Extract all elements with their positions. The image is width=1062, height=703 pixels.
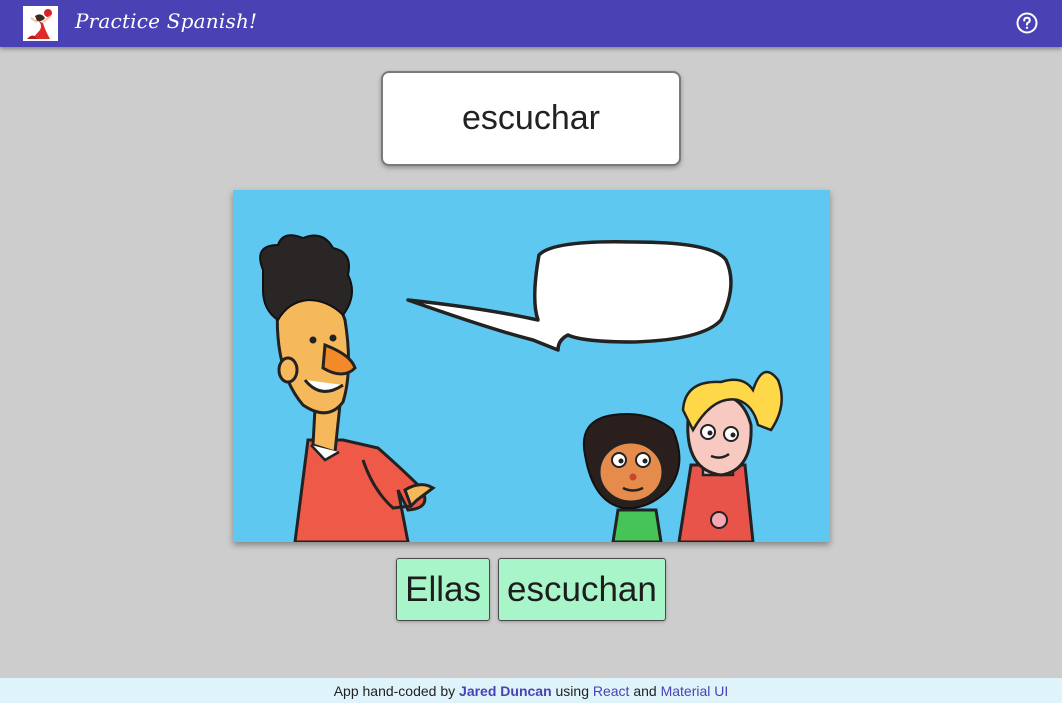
flamenco-dancer-icon bbox=[23, 6, 58, 41]
footer-prefix: App hand-coded by bbox=[333, 682, 460, 699]
material-ui-link[interactable]: Material UI bbox=[661, 683, 729, 699]
footer-using: using bbox=[551, 682, 593, 699]
scene-illustration bbox=[233, 190, 830, 542]
verb-prompt-card: escuchar bbox=[381, 71, 681, 166]
footer: App hand-coded by Jared Duncan using Rea… bbox=[0, 678, 1062, 703]
footer-and: and bbox=[629, 682, 661, 699]
author-link[interactable]: Jared Duncan bbox=[459, 683, 552, 699]
app-title: Practice Spanish! bbox=[75, 9, 258, 33]
react-link[interactable]: React bbox=[593, 683, 630, 699]
word-tile-verb[interactable]: escuchan bbox=[498, 558, 666, 621]
help-circle-icon[interactable] bbox=[1015, 11, 1039, 35]
app-bar: Practice Spanish! bbox=[0, 0, 1062, 47]
answer-word-row: Ellas escuchan bbox=[0, 558, 1062, 623]
word-tile-subject[interactable]: Ellas bbox=[396, 558, 491, 621]
